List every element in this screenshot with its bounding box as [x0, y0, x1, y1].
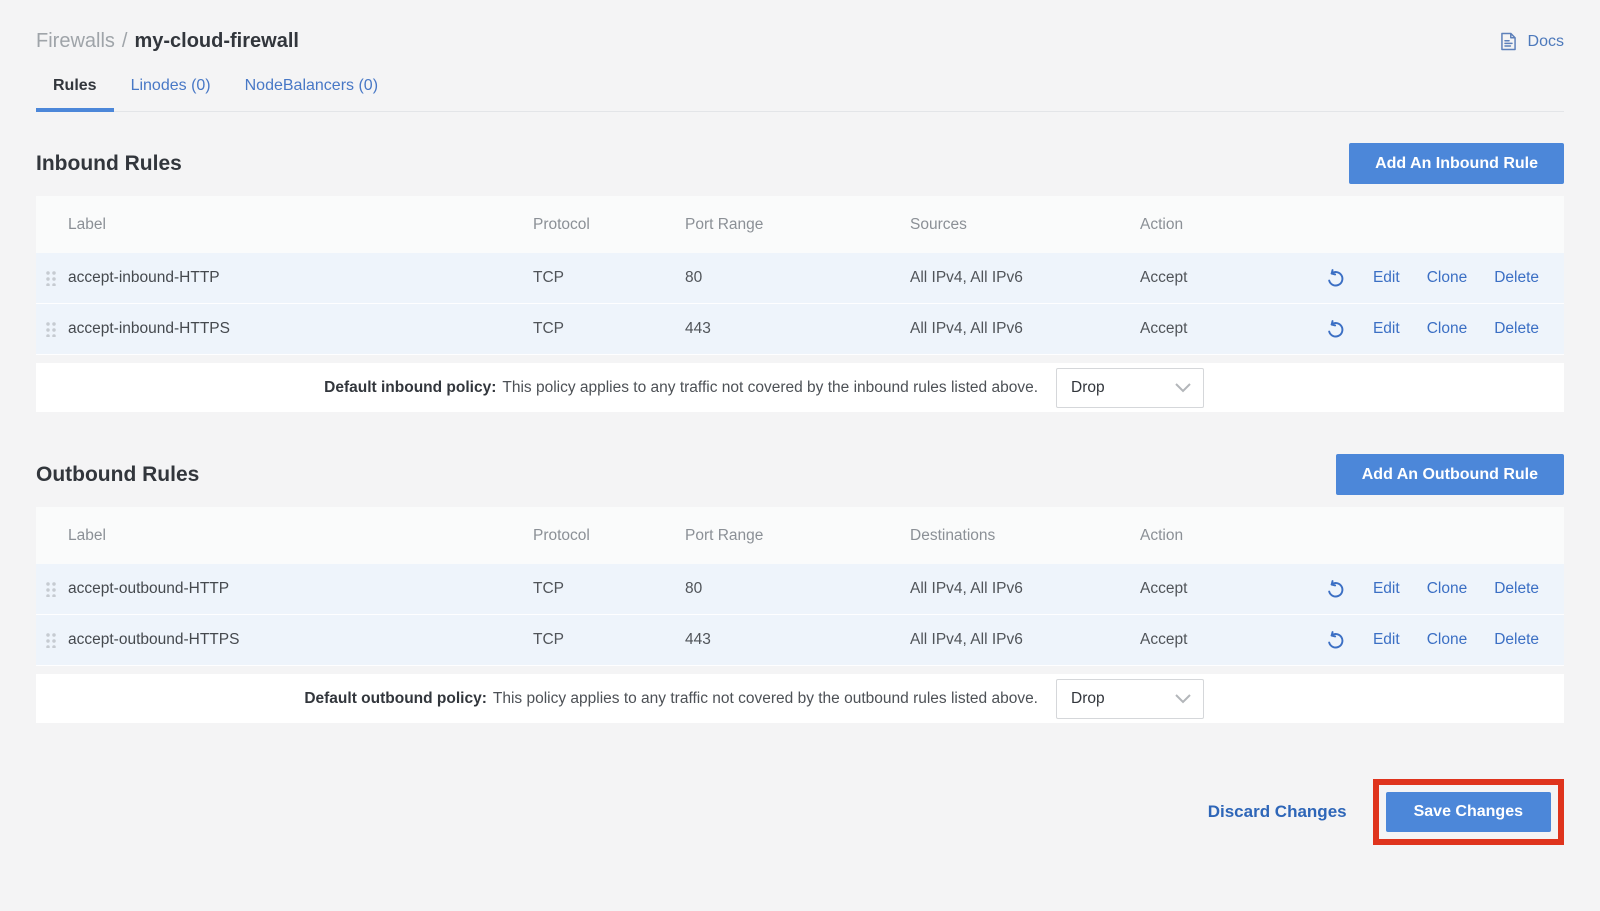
column-header-protocol: Protocol [533, 527, 685, 545]
edit-link[interactable]: Edit [1373, 631, 1400, 649]
outbound-section-header: Outbound Rules Add An Outbound Rule [36, 454, 1564, 495]
rule-row: accept-outbound-HTTPS TCP 443 All IPv4, … [36, 615, 1564, 666]
page: Firewalls / my-cloud-firewall Docs Rules… [0, 0, 1600, 845]
cell-destinations: All IPv4, All IPv6 [910, 580, 1140, 598]
docs-link[interactable]: Docs [1498, 31, 1564, 52]
cell-action: Accept [1140, 580, 1290, 598]
drag-handle-icon[interactable] [45, 321, 57, 337]
drag-handle-icon[interactable] [45, 581, 57, 597]
column-header-label: Label [68, 216, 533, 234]
tab-linodes[interactable]: Linodes (0) [114, 77, 228, 112]
cell-protocol: TCP [533, 269, 685, 287]
column-header-port-range: Port Range [685, 527, 910, 545]
breadcrumb: Firewalls / my-cloud-firewall [36, 30, 299, 53]
default-inbound-policy-select[interactable]: Drop [1056, 368, 1204, 408]
outbound-table-header-row: Label Protocol Port Range Destinations A… [36, 507, 1564, 564]
tab-bar: Rules Linodes (0) NodeBalancers (0) [36, 77, 1564, 112]
undo-icon[interactable] [1325, 579, 1346, 600]
edit-link[interactable]: Edit [1373, 580, 1400, 598]
column-header-destinations: Destinations [910, 527, 1140, 545]
cell-label: accept-inbound-HTTP [68, 269, 533, 287]
inbound-section-header: Inbound Rules Add An Inbound Rule [36, 143, 1564, 184]
selected-policy-value: Drop [1071, 690, 1105, 708]
edit-link[interactable]: Edit [1373, 269, 1400, 287]
outbound-rules-title: Outbound Rules [36, 463, 199, 487]
edit-link[interactable]: Edit [1373, 320, 1400, 338]
default-outbound-policy-row: Default outbound policy: This policy app… [36, 674, 1564, 723]
cell-label: accept-outbound-HTTPS [68, 631, 533, 649]
cell-action: Accept [1140, 320, 1290, 338]
rule-row: accept-inbound-HTTP TCP 80 All IPv4, All… [36, 253, 1564, 304]
cell-sources: All IPv4, All IPv6 [910, 269, 1140, 287]
column-header-label: Label [68, 527, 533, 545]
outbound-rules-section: Outbound Rules Add An Outbound Rule Labe… [36, 454, 1564, 723]
cell-port-range: 80 [685, 580, 910, 598]
row-actions: Edit Clone Delete [1290, 630, 1564, 651]
cell-port-range: 443 [685, 320, 910, 338]
cell-action: Accept [1140, 269, 1290, 287]
docs-label: Docs [1528, 33, 1564, 51]
rule-row: accept-inbound-HTTPS TCP 443 All IPv4, A… [36, 304, 1564, 355]
policy-description: This policy applies to any traffic not c… [502, 379, 1038, 397]
clone-link[interactable]: Clone [1427, 269, 1468, 287]
drag-handle-icon[interactable] [45, 270, 57, 286]
document-icon [1498, 31, 1519, 52]
cell-port-range: 443 [685, 631, 910, 649]
policy-label: Default outbound policy: [304, 690, 487, 708]
tab-rules[interactable]: Rules [36, 77, 114, 112]
delete-link[interactable]: Delete [1494, 580, 1539, 598]
cell-protocol: TCP [533, 320, 685, 338]
default-outbound-policy-select[interactable]: Drop [1056, 679, 1204, 719]
column-header-action: Action [1140, 216, 1290, 234]
page-header: Firewalls / my-cloud-firewall Docs [36, 30, 1564, 53]
policy-description: This policy applies to any traffic not c… [493, 690, 1038, 708]
chevron-down-icon [1175, 694, 1191, 704]
selected-policy-value: Drop [1071, 379, 1105, 397]
annotation-highlight: Save Changes [1373, 779, 1564, 845]
cell-protocol: TCP [533, 631, 685, 649]
clone-link[interactable]: Clone [1427, 320, 1468, 338]
outbound-rules-table: Label Protocol Port Range Destinations A… [36, 507, 1564, 723]
cell-port-range: 80 [685, 269, 910, 287]
breadcrumb-firewalls-link[interactable]: Firewalls [36, 30, 115, 53]
row-actions: Edit Clone Delete [1290, 268, 1564, 289]
chevron-down-icon [1175, 383, 1191, 393]
policy-label: Default inbound policy: [324, 379, 496, 397]
inbound-rules-title: Inbound Rules [36, 152, 182, 176]
tab-nodebalancers[interactable]: NodeBalancers (0) [228, 77, 395, 112]
cell-protocol: TCP [533, 580, 685, 598]
rule-row: accept-outbound-HTTP TCP 80 All IPv4, Al… [36, 564, 1564, 615]
clone-link[interactable]: Clone [1427, 580, 1468, 598]
undo-icon[interactable] [1325, 630, 1346, 651]
add-inbound-rule-button[interactable]: Add An Inbound Rule [1349, 143, 1564, 184]
cell-action: Accept [1140, 631, 1290, 649]
row-actions: Edit Clone Delete [1290, 579, 1564, 600]
default-inbound-policy-row: Default inbound policy: This policy appl… [36, 363, 1564, 412]
column-header-protocol: Protocol [533, 216, 685, 234]
column-header-action: Action [1140, 527, 1290, 545]
breadcrumb-separator: / [122, 30, 128, 53]
footer-actions: Discard Changes Save Changes [36, 779, 1564, 845]
row-actions: Edit Clone Delete [1290, 319, 1564, 340]
cell-destinations: All IPv4, All IPv6 [910, 631, 1140, 649]
column-header-sources: Sources [910, 216, 1140, 234]
delete-link[interactable]: Delete [1494, 631, 1539, 649]
clone-link[interactable]: Clone [1427, 631, 1468, 649]
undo-icon[interactable] [1325, 319, 1346, 340]
undo-icon[interactable] [1325, 268, 1346, 289]
add-outbound-rule-button[interactable]: Add An Outbound Rule [1336, 454, 1564, 495]
inbound-rules-table: Label Protocol Port Range Sources Action… [36, 196, 1564, 412]
drag-handle-icon[interactable] [45, 632, 57, 648]
delete-link[interactable]: Delete [1494, 269, 1539, 287]
cell-label: accept-outbound-HTTP [68, 580, 533, 598]
cell-sources: All IPv4, All IPv6 [910, 320, 1140, 338]
page-title: my-cloud-firewall [134, 30, 298, 53]
delete-link[interactable]: Delete [1494, 320, 1539, 338]
column-header-port-range: Port Range [685, 216, 910, 234]
inbound-rules-section: Inbound Rules Add An Inbound Rule Label … [36, 143, 1564, 412]
discard-changes-link[interactable]: Discard Changes [1208, 802, 1347, 822]
cell-label: accept-inbound-HTTPS [68, 320, 533, 338]
inbound-table-header-row: Label Protocol Port Range Sources Action [36, 196, 1564, 253]
save-changes-button[interactable]: Save Changes [1386, 792, 1551, 832]
